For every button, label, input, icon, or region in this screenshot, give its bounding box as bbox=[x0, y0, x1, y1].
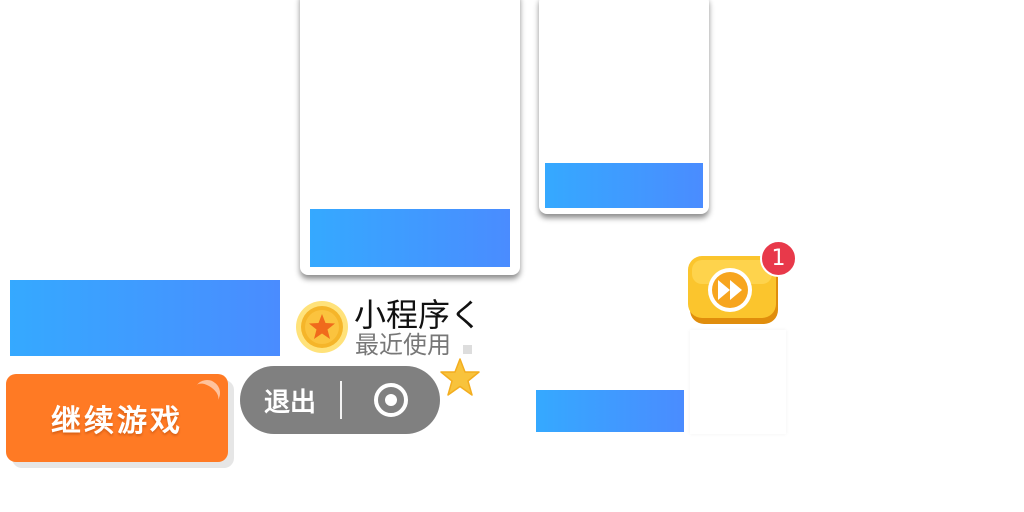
mini-program-capsule: 退出 bbox=[240, 366, 440, 434]
blue-panel-center bbox=[536, 390, 684, 432]
recently-used-label: 最近使用 bbox=[355, 331, 451, 359]
game-stage: 继续游戏 退出 小程序く 最近使用 1 bbox=[0, 0, 1024, 512]
decorative-dot bbox=[463, 345, 472, 354]
target-circle-icon bbox=[374, 383, 408, 417]
level-card-large[interactable] bbox=[300, 0, 520, 275]
level-card-small-progress-fill bbox=[545, 163, 703, 208]
level-card-small[interactable] bbox=[539, 0, 709, 214]
continue-game-label: 继续游戏 bbox=[51, 404, 183, 439]
notification-count: 1 bbox=[771, 246, 786, 271]
exit-button[interactable]: 退出 bbox=[240, 366, 340, 434]
notification-badge: 1 bbox=[760, 240, 797, 277]
level-card-large-progress-fill bbox=[310, 209, 510, 267]
button-shine-decoration bbox=[188, 374, 226, 412]
fast-forward-panel bbox=[690, 330, 786, 434]
blue-panel-left bbox=[10, 280, 280, 356]
continue-game-button[interactable]: 继续游戏 bbox=[6, 374, 228, 462]
star-icon bbox=[440, 358, 480, 396]
target-button[interactable] bbox=[342, 366, 440, 434]
coin-star-icon bbox=[296, 301, 348, 353]
mini-program-title[interactable]: 小程序く bbox=[354, 295, 482, 335]
capsule-divider bbox=[340, 381, 342, 419]
exit-label: 退出 bbox=[263, 387, 316, 418]
